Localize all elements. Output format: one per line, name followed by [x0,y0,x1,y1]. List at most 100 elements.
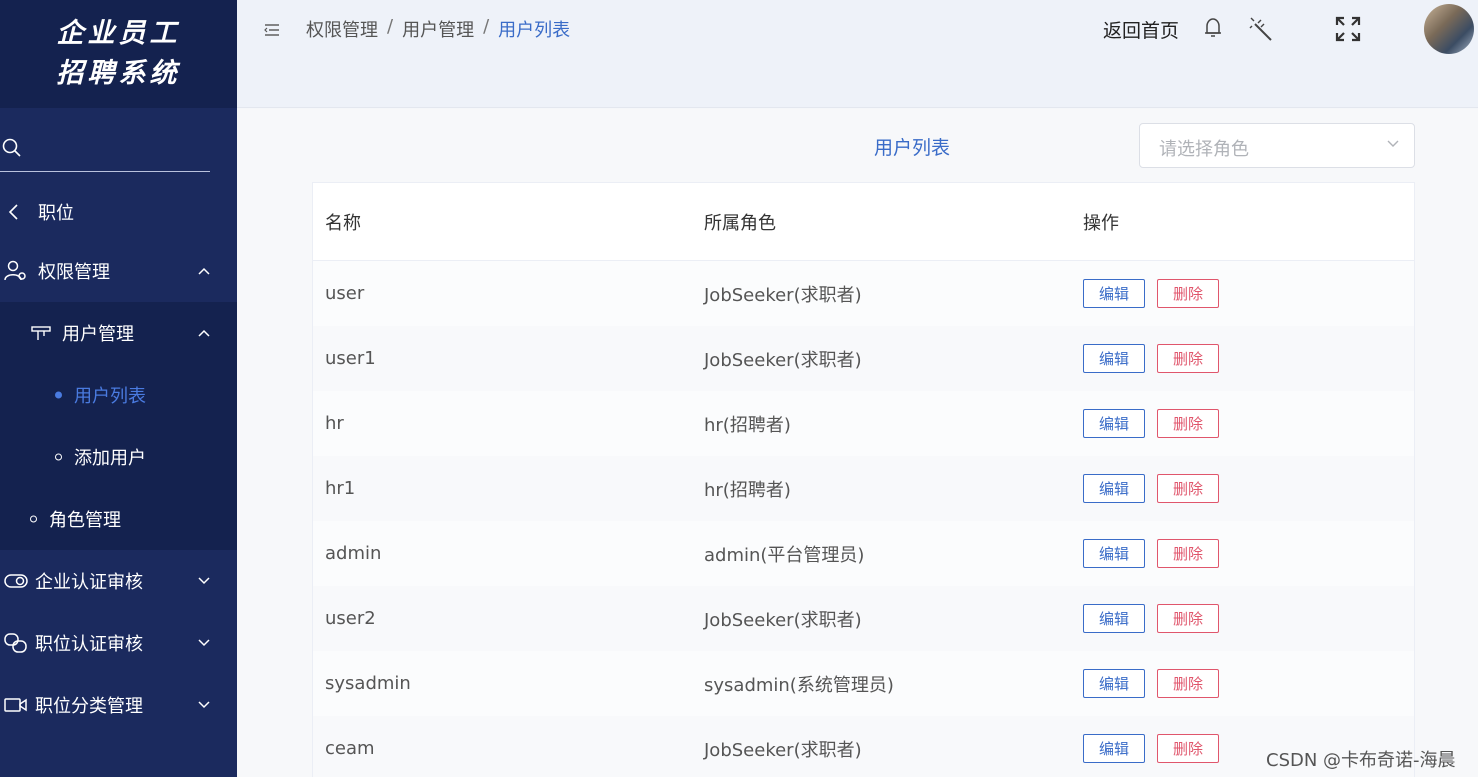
delete-button[interactable]: 删除 [1157,474,1219,503]
role-select-placeholder: 请选择角色 [1159,139,1249,160]
breadcrumb-current: 用户列表 [498,20,571,41]
cell-name: user [325,283,365,304]
sidebar-item-position-category[interactable]: 职位分类管理 [0,674,237,736]
edit-button[interactable]: 编辑 [1083,669,1145,698]
watermark: CSDN @卡布奇诺-海晨 [1266,750,1456,771]
breadcrumb-separator: / [387,16,394,37]
table-row: hr hr(招聘者) 编辑 删除 [313,391,1414,456]
sidebar-item-label: 角色管理 [49,510,121,531]
app-logo: 企业员工 招聘系统 [0,0,237,108]
sidebar-item-user-list[interactable]: 用户列表 [0,364,237,426]
home-link[interactable]: 返回首页 [1103,16,1179,43]
delete-button[interactable]: 删除 [1157,539,1219,568]
page-title: 用户列表 [874,137,951,159]
sidebar-item-permission[interactable]: 权限管理 [0,240,237,302]
breadcrumb-separator: / [483,16,490,37]
logo-line1: 企业员工 [56,18,181,49]
sidebar-item-label: 职位分类管理 [35,696,143,717]
sidebar-search[interactable] [0,108,237,172]
column-header-role: 所属角色 [704,212,776,234]
cell-actions: 编辑 删除 [1083,669,1219,698]
toggle-icon [4,573,28,589]
magic-wand-icon[interactable] [1249,16,1275,42]
delete-button[interactable]: 删除 [1157,279,1219,308]
delete-button[interactable]: 删除 [1157,604,1219,633]
search-icon [2,138,21,157]
table-header: 名称 所属角色 操作 [313,183,1414,261]
sidebar: 企业员工 招聘系统 职位 权限管理 用户管理 用户列表 添加用户 角色管理 企业… [0,0,237,777]
cell-name: admin [325,543,382,564]
edit-button[interactable]: 编辑 [1083,539,1145,568]
active-dot-icon [55,391,62,399]
table-row: admin admin(平台管理员) 编辑 删除 [313,521,1414,586]
edit-button[interactable]: 编辑 [1083,279,1145,308]
cell-role: admin(平台管理员) [704,544,865,566]
delete-button[interactable]: 删除 [1157,669,1219,698]
cell-actions: 编辑 删除 [1083,734,1219,763]
sidebar-item-back[interactable]: 职位 [0,184,237,240]
sidebar-item-label: 用户列表 [74,386,146,407]
cell-role: hr(招聘者) [704,414,791,436]
edit-button[interactable]: 编辑 [1083,409,1145,438]
cell-role: JobSeeker(求职者) [704,284,862,306]
breadcrumb-item[interactable]: 权限管理 [306,16,378,42]
cell-actions: 编辑 删除 [1083,474,1219,503]
delete-button[interactable]: 删除 [1157,409,1219,438]
user-settings-icon [4,260,28,282]
sidebar-item-label: 添加用户 [74,448,146,469]
search-underline [0,171,210,172]
chevron-left-icon [4,202,24,222]
cell-role: JobSeeker(求职者) [704,739,862,761]
breadcrumb-item[interactable]: 用户管理 [402,16,474,42]
breadcrumb: 权限管理 / 用户管理 / 用户列表 [306,16,570,42]
cell-actions: 编辑 删除 [1083,409,1219,438]
logo-line2: 招聘系统 [56,58,181,89]
column-header-name: 名称 [325,212,361,234]
avatar[interactable] [1424,4,1474,54]
main-content: 用户列表 请选择角色 名称 所属角色 操作 user JobSeeker(求职者)… [237,109,1478,777]
video-camera-icon [4,696,28,714]
chevron-up-icon [197,328,211,338]
table-row: user1 JobSeeker(求职者) 编辑 删除 [313,326,1414,391]
menu-fold-icon[interactable] [263,22,281,38]
sidebar-item-label: 职位 [38,203,74,224]
edit-button[interactable]: 编辑 [1083,344,1145,373]
column-header-actions: 操作 [1083,212,1119,234]
table-body: user JobSeeker(求职者) 编辑 删除 user1 JobSeeker(求职者… [313,261,1414,777]
sidebar-item-company-audit[interactable]: 企业认证审核 [0,550,237,612]
table-row: hr1 hr(招聘者) 编辑 删除 [313,456,1414,521]
chevron-down-icon [197,638,211,648]
sidebar-item-user-management[interactable]: 用户管理 [0,302,237,364]
role-select[interactable]: 请选择角色 [1139,123,1415,168]
delete-button[interactable]: 删除 [1157,344,1219,373]
edit-button[interactable]: 编辑 [1083,604,1145,633]
chevron-down-icon [1386,139,1400,149]
cell-actions: 编辑 删除 [1083,344,1219,373]
sidebar-item-label: 职位认证审核 [35,634,143,655]
cell-actions: 编辑 删除 [1083,604,1219,633]
sidebar-item-add-user[interactable]: 添加用户 [0,426,237,488]
sidebar-item-position-audit[interactable]: 职位认证审核 [0,612,237,674]
dot-icon [30,515,37,523]
sidebar-item-role-management[interactable]: 角色管理 [0,488,237,550]
bell-icon[interactable] [1202,16,1224,40]
cell-name: ceam [325,738,375,759]
cell-name: user2 [325,608,376,629]
sidebar-item-label: 权限管理 [38,262,110,283]
chevron-up-icon [197,266,211,276]
delete-button[interactable]: 删除 [1157,734,1219,763]
edit-button[interactable]: 编辑 [1083,734,1145,763]
sidebar-submenu: 用户管理 用户列表 添加用户 角色管理 [0,302,237,550]
chevron-down-icon [197,700,211,710]
sidebar-item-label: 用户管理 [62,324,134,345]
cell-role: sysadmin(系统管理员) [704,674,894,696]
cell-name: sysadmin [325,673,411,694]
fullscreen-icon[interactable] [1335,16,1361,42]
table-row: user JobSeeker(求职者) 编辑 删除 [313,261,1414,326]
table-row: ceam JobSeeker(求职者) 编辑 删除 [313,716,1414,777]
edit-button[interactable]: 编辑 [1083,474,1145,503]
sidebar-item-label: 企业认证审核 [35,572,143,593]
user-table: 名称 所属角色 操作 user JobSeeker(求职者) 编辑 删除 user1 Jo… [312,182,1415,777]
dot-icon [55,453,62,461]
link-icon [4,633,28,653]
